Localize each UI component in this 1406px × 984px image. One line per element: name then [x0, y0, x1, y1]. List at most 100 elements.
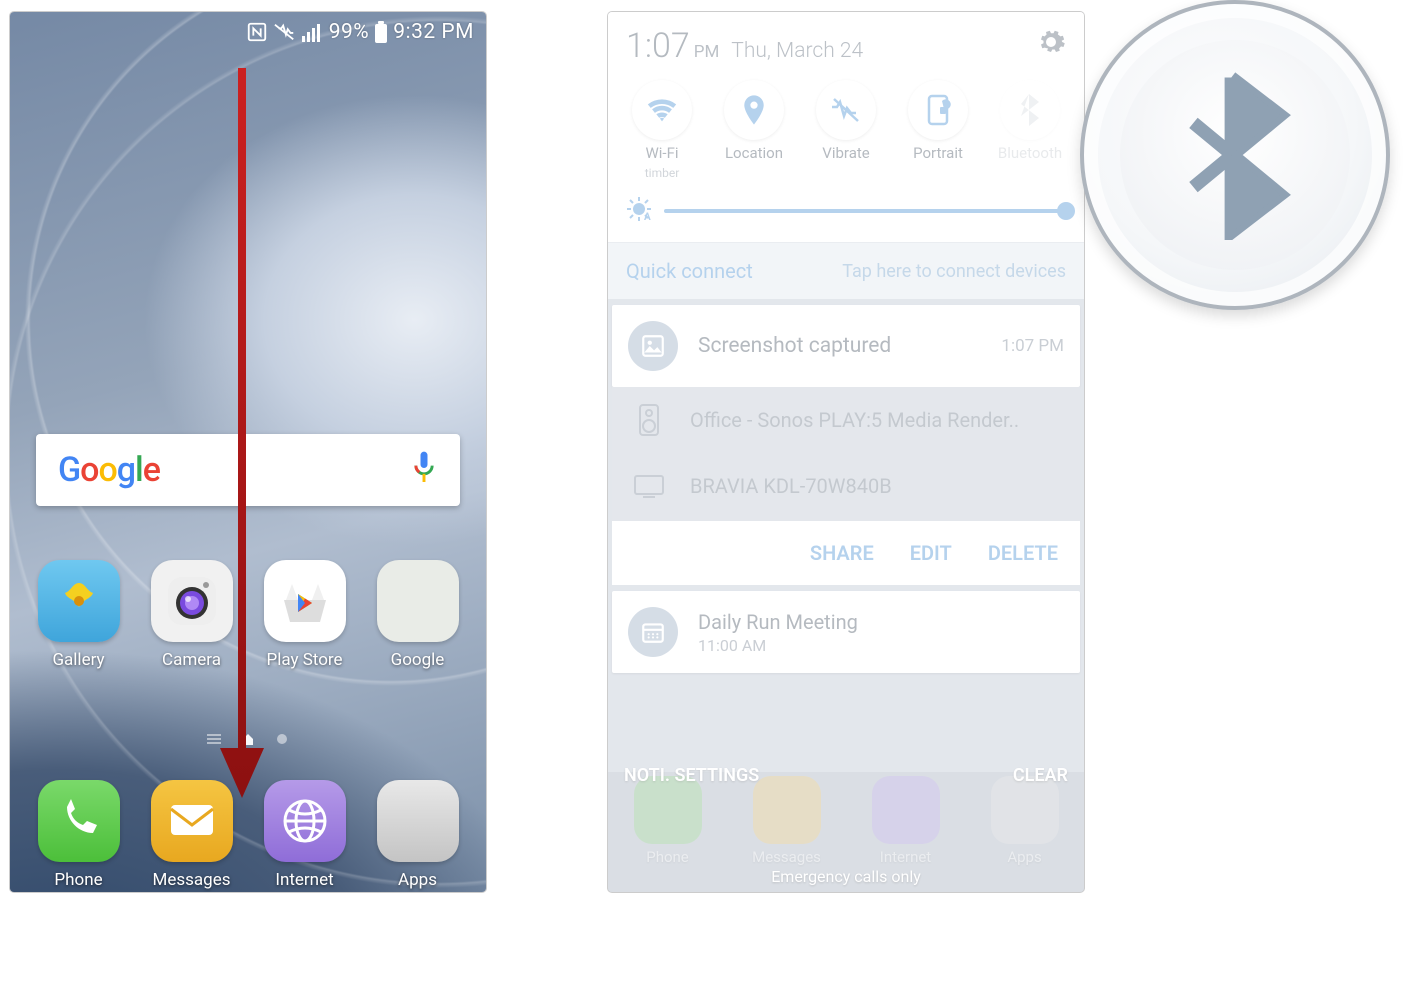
app-label: Phone — [54, 870, 102, 890]
quick-settings-row: Wi-Fi timber Location Vibrate Portrait — [608, 72, 1084, 186]
share-button[interactable]: SHARE — [810, 541, 874, 565]
app-google-folder[interactable]: Google — [366, 560, 470, 670]
phone-icon — [38, 780, 120, 862]
google-folder-icon — [377, 560, 459, 642]
notification-time: 1:07 PM — [1001, 336, 1064, 356]
noti-settings-button[interactable]: NOTI. SETTINGS — [624, 765, 759, 786]
shade-ampm: PM — [694, 42, 720, 62]
dock-row: Phone Messages Internet Apps — [10, 780, 486, 890]
app-label: Play Store — [266, 650, 342, 670]
app-phone[interactable]: Phone — [27, 780, 131, 890]
playstore-icon — [264, 560, 346, 642]
device-row[interactable]: Office - Sonos PLAY:5 Media Render.. — [612, 387, 1080, 453]
bluetooth-toggle-zoom[interactable] — [1120, 40, 1350, 270]
app-playstore[interactable]: Play Store — [253, 560, 357, 670]
app-label: Messages — [153, 870, 231, 890]
page-indicator — [10, 732, 486, 746]
gallery-icon — [38, 560, 120, 642]
notification-title: Screenshot captured — [698, 334, 981, 358]
edit-button[interactable]: EDIT — [910, 541, 952, 565]
qs-label: Vibrate — [822, 144, 869, 162]
app-messages[interactable]: Messages — [140, 780, 244, 890]
app-label: Gallery — [52, 650, 104, 670]
bluetooth-icon — [1000, 80, 1060, 140]
image-icon — [628, 321, 678, 371]
app-internet[interactable]: Internet — [253, 780, 357, 890]
qs-location[interactable]: Location — [710, 80, 798, 180]
qs-label: Wi-Fi — [645, 144, 678, 162]
location-icon — [724, 80, 784, 140]
speaker-icon — [628, 399, 670, 441]
quick-connect-bar[interactable]: Quick connect Tap here to connect device… — [608, 242, 1084, 299]
shade-header: 1:07 PM Thu, March 24 — [608, 12, 1084, 72]
quick-settings-panel: 1:07 PM Thu, March 24 Wi-Fi timber Locat… — [608, 12, 1084, 242]
qs-vibrate[interactable]: Vibrate — [802, 80, 890, 180]
voice-search-icon[interactable] — [410, 449, 438, 491]
dock-label: Messages — [752, 848, 821, 866]
app-label: Internet — [275, 870, 333, 890]
app-apps[interactable]: Apps — [366, 780, 470, 890]
shade-date: Thu, March 24 — [731, 39, 863, 63]
emergency-text: Emergency calls only — [608, 867, 1084, 886]
notification-actions: SHARE EDIT DELETE — [612, 521, 1080, 585]
app-row-1: Gallery Camera Play Store — [10, 560, 486, 670]
quick-connect-hint: Tap here to connect devices — [842, 261, 1066, 282]
vibrate-icon — [273, 21, 297, 43]
app-label: Camera — [162, 650, 221, 670]
brightness-track[interactable] — [664, 209, 1066, 213]
google-search-widget[interactable]: Google — [36, 434, 460, 506]
shade-root: Phone Messages Internet Apps Emergency c… — [608, 12, 1084, 892]
qs-label: Bluetooth — [998, 144, 1062, 162]
brightness-auto-icon: A — [626, 196, 652, 226]
notification-row: Daily Run Meeting 11:00 AM — [612, 591, 1080, 673]
bluetooth-magnifier — [1080, 0, 1390, 310]
quick-connect-title: Quick connect — [626, 259, 753, 283]
wifi-icon — [632, 80, 692, 140]
tv-icon — [628, 465, 670, 507]
vibrate-icon — [816, 80, 876, 140]
app-label: Apps — [398, 870, 437, 890]
notification-row: Screenshot captured 1:07 PM — [612, 305, 1080, 387]
nfc-icon — [246, 21, 268, 43]
shade-footer: NOTI. SETTINGS CLEAR — [608, 753, 1084, 798]
qs-sublabel: timber — [645, 166, 680, 180]
qs-bluetooth[interactable]: Bluetooth — [986, 80, 1074, 180]
app-gallery[interactable]: Gallery — [27, 560, 131, 670]
page-dot-menu — [207, 732, 221, 746]
phone-home-screen: 99% 9:32 PM Google Gallery Camera — [10, 12, 486, 892]
apps-icon — [377, 780, 459, 862]
delete-button[interactable]: DELETE — [988, 541, 1058, 565]
google-logo: Google — [58, 450, 160, 490]
calendar-icon — [628, 607, 678, 657]
notification-subtitle: 11:00 AM — [698, 636, 1064, 655]
status-bar: 99% 9:32 PM — [10, 12, 486, 52]
qs-label: Portrait — [913, 144, 963, 162]
brightness-slider[interactable]: A — [608, 186, 1084, 242]
clear-button[interactable]: CLEAR — [1013, 765, 1068, 786]
settings-gear-icon[interactable] — [1036, 27, 1066, 61]
notification-meeting[interactable]: Daily Run Meeting 11:00 AM — [612, 591, 1080, 673]
dock-label: Internet — [880, 848, 931, 866]
internet-icon — [264, 780, 346, 862]
qs-portrait[interactable]: Portrait — [894, 80, 982, 180]
camera-icon — [151, 560, 233, 642]
device-name: Office - Sonos PLAY:5 Media Render.. — [690, 408, 1064, 432]
notification-title: Daily Run Meeting — [698, 610, 1064, 634]
app-camera[interactable]: Camera — [140, 560, 244, 670]
portrait-icon — [908, 80, 968, 140]
shade-time: 1:07 — [626, 26, 690, 66]
signal-icon — [302, 22, 324, 42]
qs-label: Location — [725, 144, 783, 162]
device-list: Office - Sonos PLAY:5 Media Render.. BRA… — [612, 387, 1080, 521]
notification-screenshot[interactable]: Screenshot captured 1:07 PM — [612, 305, 1080, 387]
status-time: 9:32 PM — [393, 20, 474, 44]
dock-label: Phone — [646, 848, 689, 866]
device-name: BRAVIA KDL-70W840B — [690, 474, 1064, 498]
battery-icon — [374, 21, 388, 43]
dock-label: Apps — [1007, 848, 1041, 866]
brightness-thumb[interactable] — [1057, 202, 1075, 220]
messages-icon — [151, 780, 233, 862]
device-row[interactable]: BRAVIA KDL-70W840B — [612, 453, 1080, 519]
qs-wifi[interactable]: Wi-Fi timber — [618, 80, 706, 180]
app-label: Google — [391, 650, 445, 670]
